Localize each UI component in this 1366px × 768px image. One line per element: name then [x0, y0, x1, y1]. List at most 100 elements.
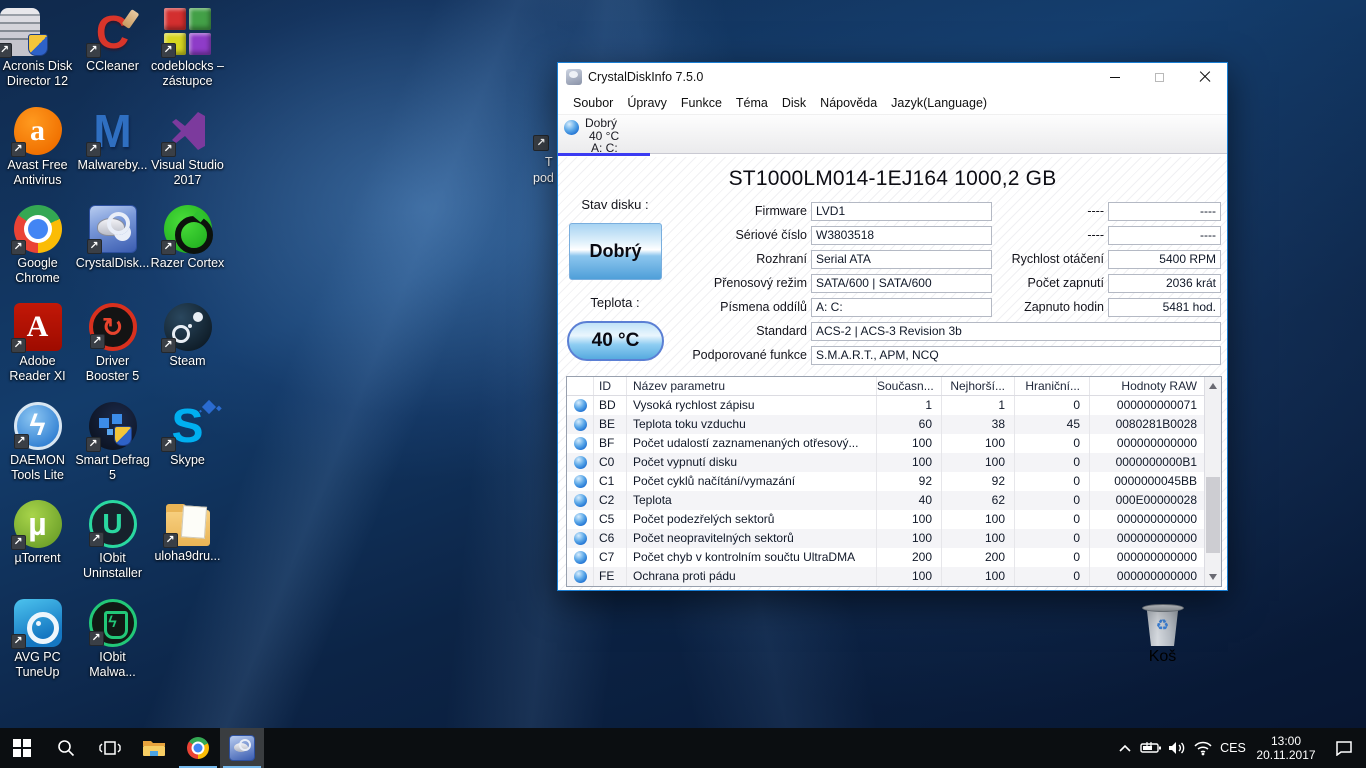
desktop-icon-folder[interactable]: uloha9dru... [150, 500, 225, 564]
status-dot-icon [574, 399, 587, 412]
file-explorer-button[interactable] [132, 728, 176, 768]
table-row[interactable]: C2 Teplota 40 62 0 000E00000028 [567, 491, 1205, 510]
serial-number-value: W3803518 [811, 226, 992, 245]
disk-status-sphere-icon [564, 120, 579, 135]
interface-value: Serial ATA [811, 250, 992, 269]
shortcut-arrow-icon [89, 532, 104, 547]
scroll-down-icon[interactable] [1209, 574, 1217, 580]
desktop-icon-utorrent[interactable]: µ µTorrent [0, 500, 75, 566]
maximize-icon [1155, 73, 1164, 82]
scroll-up-icon[interactable] [1209, 383, 1217, 389]
close-button[interactable] [1182, 63, 1227, 91]
action-center-button[interactable] [1322, 728, 1366, 768]
tray-expand-button[interactable] [1112, 728, 1138, 768]
battery-icon [1140, 741, 1162, 755]
desktop-icon-skype[interactable]: S Skype [150, 402, 225, 468]
shortcut-arrow-icon [0, 43, 12, 58]
shortcut-arrow-icon [161, 240, 176, 255]
clock-date: 20.11.2017 [1250, 748, 1322, 762]
desktop-icon-iobit-uninstaller[interactable]: U IObit Uninstaller [75, 500, 150, 581]
icon-label: Acronis Disk Director 12 [0, 59, 75, 89]
codeblocks-icon [164, 8, 212, 56]
table-row[interactable]: C1 Počet cyklů načítání/vymazání 92 92 0… [567, 472, 1205, 491]
menu-jazyk[interactable]: Jazyk(Language) [884, 93, 994, 113]
desktop-icon-chrome[interactable]: Google Chrome [0, 205, 75, 286]
icon-label: CCleaner [75, 59, 150, 74]
maximize-button[interactable] [1137, 63, 1182, 91]
title-bar[interactable]: CrystalDiskInfo 7.5.0 [558, 63, 1227, 91]
desktop-icon-steam[interactable]: Steam [150, 303, 225, 369]
table-row[interactable]: BD Vysoká rychlost zápisu 1 1 0 00000000… [567, 396, 1205, 415]
utorrent-icon: µ [14, 500, 62, 548]
recycle-bin[interactable]: ♻ Koš [1125, 600, 1200, 666]
minimize-button[interactable] [1092, 63, 1137, 91]
field-label: ---- [978, 202, 1104, 221]
selected-disk-underline [558, 153, 650, 156]
windows-logo-icon [13, 739, 31, 757]
shortcut-arrow-icon [11, 535, 26, 550]
desktop-icon-driver-booster[interactable]: ↻ Driver Booster 5 [75, 303, 150, 384]
desktop-icon-malwarebytes[interactable]: M Malwareby... [75, 107, 150, 173]
shortcut-arrow-icon [86, 43, 101, 58]
table-row[interactable]: C6 Počet neopravitelných sektorů 100 100… [567, 529, 1205, 548]
disk-model-title: ST1000LM014-1EJ164 1000,2 GB [558, 167, 1227, 191]
drive-letters-value: A: C: [811, 298, 992, 317]
search-button[interactable] [44, 728, 88, 768]
window-content: ST1000LM014-1EJ164 1000,2 GB Stav disku … [558, 157, 1227, 590]
header-name: Název parametru [627, 377, 877, 395]
desktop-icon-avg-tuneup[interactable]: AVG PC TuneUp [0, 599, 75, 680]
system-tray: CES 13:00 20.11.2017 [1112, 728, 1366, 768]
task-view-button[interactable] [88, 728, 132, 768]
shortcut-arrow-icon [11, 240, 26, 255]
taskbar-chrome-button[interactable] [176, 728, 220, 768]
desktop-icon-avast[interactable]: a Avast Free Antivirus [0, 107, 75, 188]
icon-label: uloha9dru... [150, 549, 225, 564]
network-button[interactable] [1190, 728, 1216, 768]
field-label: Přenosový režim [618, 274, 807, 293]
desktop-icon-ccleaner[interactable]: C CCleaner [75, 8, 150, 74]
menu-tema[interactable]: Téma [729, 93, 775, 113]
menu-disk[interactable]: Disk [775, 93, 813, 113]
table-row[interactable]: C5 Počet podezřelých sektorů 100 100 0 0… [567, 510, 1205, 529]
taskbar-clock[interactable]: 13:00 20.11.2017 [1250, 734, 1322, 762]
field-label: Počet zapnutí [978, 274, 1104, 293]
menu-funkce[interactable]: Funkce [674, 93, 729, 113]
table-row[interactable]: C0 Počet vypnutí disku 100 100 0 0000000… [567, 453, 1205, 472]
table-row[interactable]: BF Počet udalostí zaznamenaných otřesový… [567, 434, 1205, 453]
shortcut-arrow-icon [86, 142, 101, 157]
volume-button[interactable] [1164, 728, 1190, 768]
menu-upravy[interactable]: Úpravy [620, 93, 674, 113]
table-row[interactable]: C7 Počet chyb v kontrolním součtu UltraD… [567, 548, 1205, 567]
start-button[interactable] [0, 728, 44, 768]
desktop-icon-adobe-reader[interactable]: A Adobe Reader XI [0, 303, 75, 384]
icon-label: Razer Cortex [150, 256, 225, 271]
language-indicator[interactable]: CES [1216, 741, 1250, 755]
desktop-icon-daemon-tools[interactable]: ϟ DAEMON Tools Lite [0, 402, 75, 483]
disk-selector-tab[interactable]: Dobrý 40 °C A: C: [585, 117, 619, 155]
empty-value: ---- [1108, 202, 1221, 221]
scrollbar-thumb[interactable] [1206, 477, 1220, 552]
shortcut-arrow-icon [14, 434, 29, 449]
shortcut-arrow-icon [161, 437, 176, 452]
icon-label: Skype [150, 453, 225, 468]
field-label: Rychlost otáčení [978, 250, 1104, 269]
menu-soubor[interactable]: Soubor [566, 93, 620, 113]
battery-button[interactable] [1138, 728, 1164, 768]
desktop-icon-razer-cortex[interactable]: Razer Cortex [150, 205, 225, 271]
header-status-col [567, 377, 594, 395]
desktop-icon-crystaldiskinfo[interactable]: CrystalDisk... [75, 205, 150, 271]
table-row[interactable]: FE Ochrana proti pádu 100 100 0 00000000… [567, 567, 1205, 586]
menu-napoveda[interactable]: Nápověda [813, 93, 884, 113]
table-scrollbar[interactable] [1204, 377, 1221, 586]
desktop-icon-visual-studio[interactable]: Visual Studio 2017 [150, 107, 225, 188]
icon-label: µTorrent [0, 551, 75, 566]
desktop-icon-codeblocks[interactable]: codeblocks – zástupce [150, 8, 225, 89]
table-row[interactable]: BE Teplota toku vzduchu 60 38 45 0080281… [567, 415, 1205, 434]
taskbar-crystaldiskinfo-button[interactable] [220, 728, 264, 768]
icon-label: Google Chrome [0, 256, 75, 286]
desktop-icon-iobit-malware[interactable]: ϟ IObit Malwa... [75, 599, 150, 680]
field-label: Písmena oddílů [618, 298, 807, 317]
desktop-icon-acronis[interactable]: Acronis Disk Director 12 [0, 8, 75, 89]
desktop-icon-smart-defrag[interactable]: Smart Defrag 5 [75, 402, 150, 483]
standard-value: ACS-2 | ACS-3 Revision 3b [811, 322, 1221, 341]
